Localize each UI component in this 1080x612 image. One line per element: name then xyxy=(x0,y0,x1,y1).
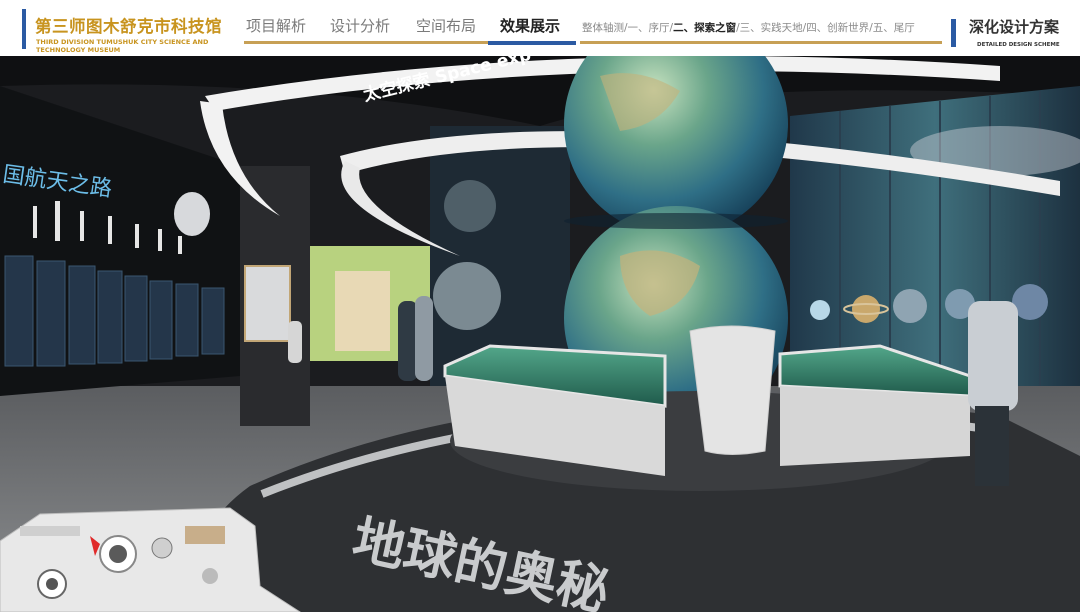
render-illustration: 国航天之路 太空探索 Space exp 地球的奥秘 xyxy=(0,56,1080,612)
sub-nav-prologue[interactable]: 一、序厅 xyxy=(628,22,670,34)
sub-nav-overall[interactable]: 整体轴测 xyxy=(582,22,624,34)
sub-nav-ending-hall[interactable]: 五、尾厅 xyxy=(873,22,915,34)
right-accent-bar xyxy=(951,19,956,47)
sub-nav-underline xyxy=(580,41,942,44)
sub-nav-exploration-window[interactable]: 二、探索之窗 xyxy=(673,22,736,34)
title-accent-bar xyxy=(22,9,26,49)
scheme-subtitle: DETAILED DESIGN SCHEME xyxy=(977,42,1060,48)
nav-tab-effect-display[interactable]: 效果展示 xyxy=(500,15,560,36)
sub-nav: 整体轴测/一、序厅/二、探索之窗/三、实践天地/四、创新世界/五、尾厅 xyxy=(582,22,915,34)
page-subtitle: THIRD DIVISION TUMUSHUK CITY SCIENCE AND… xyxy=(36,38,209,54)
nav-tab-space-layout[interactable]: 空间布局 xyxy=(416,15,476,36)
nav-tab-design-analysis[interactable]: 设计分析 xyxy=(330,15,390,36)
page-title: 第三师图木舒克市科技馆 xyxy=(35,17,222,36)
scheme-title: 深化设计方案 xyxy=(969,18,1060,36)
exhibition-render: 国航天之路 太空探索 Space exp 地球的奥秘 xyxy=(0,56,1080,612)
astronaut-image xyxy=(174,192,210,236)
header-bar: 第三师图木舒克市科技馆 THIRD DIVISION TUMUSHUK CITY… xyxy=(0,0,1080,56)
nav-tab-project-analysis[interactable]: 项目解析 xyxy=(246,15,306,36)
center-pedestal xyxy=(689,325,776,455)
nav-active-indicator xyxy=(488,41,576,45)
sub-nav-innovation[interactable]: 四、创新世界 xyxy=(806,22,869,34)
poster-frame xyxy=(244,265,291,342)
moon-image xyxy=(433,262,501,330)
sub-nav-practice[interactable]: 三、实践天地 xyxy=(740,22,803,34)
